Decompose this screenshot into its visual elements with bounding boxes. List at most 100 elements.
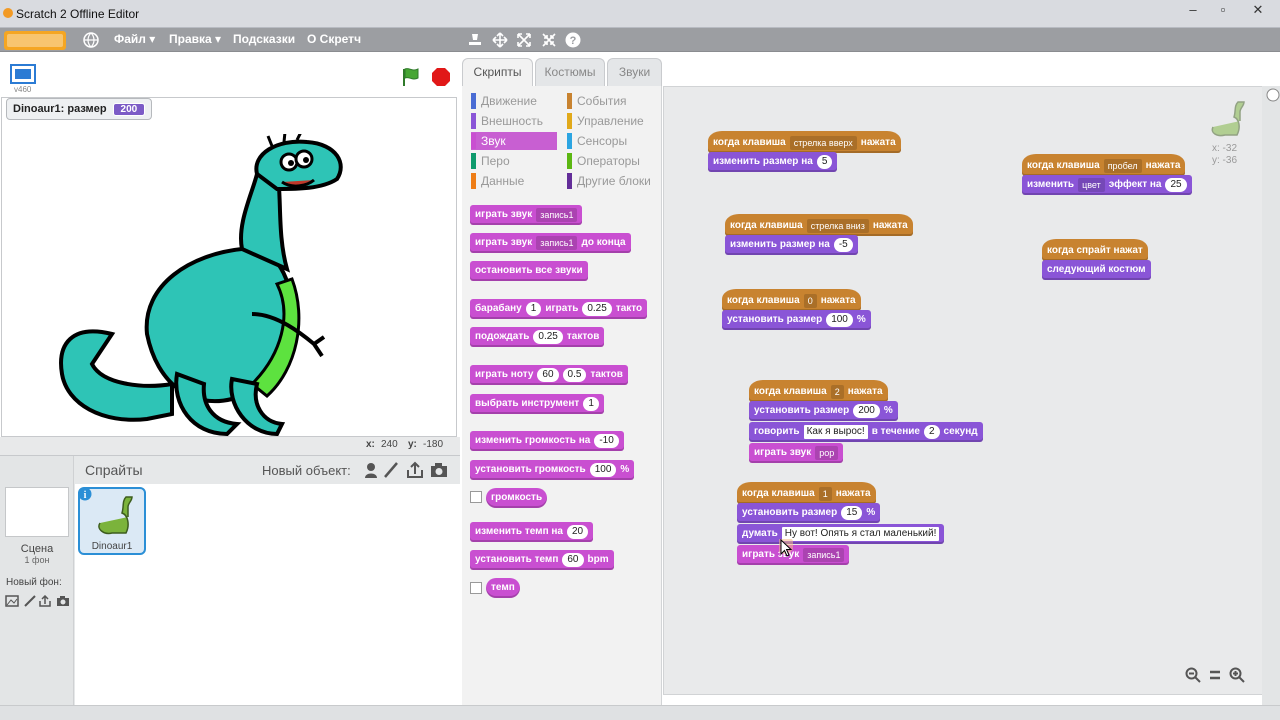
- key-dropdown[interactable]: 1: [818, 487, 832, 501]
- tab-sounds[interactable]: Звуки: [607, 58, 662, 88]
- category-operators[interactable]: Операторы: [567, 152, 659, 170]
- block-change-size[interactable]: изменить размер на 5: [708, 152, 838, 172]
- scratch-logo[interactable]: [4, 31, 66, 50]
- sprite-thumb-dinoaur1[interactable]: i Dinoaur1: [78, 487, 146, 555]
- sound-dropdown[interactable]: запись1: [803, 548, 845, 562]
- block-volume-reporter[interactable]: громкость: [486, 488, 548, 508]
- seconds-input[interactable]: 2: [923, 425, 940, 439]
- hat-when-key-0[interactable]: когда клавиша 0 нажата: [722, 289, 861, 311]
- key-dropdown[interactable]: пробел: [1103, 159, 1142, 173]
- tempo-input[interactable]: 20: [566, 525, 589, 539]
- block-set-size[interactable]: установить размер 100%: [722, 310, 871, 330]
- block-play-sound[interactable]: играть звук запись1: [470, 205, 583, 225]
- size-input[interactable]: 5: [816, 155, 833, 169]
- category-data[interactable]: Данные: [471, 172, 559, 190]
- block-rest[interactable]: подождать 0.25 тактов: [470, 327, 605, 347]
- zoom-reset-icon[interactable]: [1207, 667, 1223, 683]
- category-looks[interactable]: Внешность: [471, 112, 559, 130]
- shrink-icon[interactable]: [540, 31, 558, 49]
- block-change-tempo[interactable]: изменить темп на 20: [470, 522, 594, 542]
- tempo-input[interactable]: 60: [562, 553, 584, 567]
- beats-input[interactable]: 0.5: [562, 368, 587, 382]
- help-icon[interactable]: ?: [564, 31, 582, 49]
- block-change-effect[interactable]: изменить цвет эффект на 25: [1022, 175, 1192, 195]
- block-change-volume[interactable]: изменить громкость на -10: [470, 431, 624, 451]
- size-input[interactable]: 200: [853, 404, 880, 418]
- sprite-library-icon[interactable]: [362, 461, 380, 479]
- menu-about[interactable]: О Скретч: [307, 32, 361, 46]
- block-set-size[interactable]: установить размер 200%: [749, 401, 898, 421]
- presentation-mode-icon[interactable]: [10, 64, 36, 86]
- sound-dropdown[interactable]: запись1: [536, 208, 578, 222]
- beats-input[interactable]: 0.25: [582, 302, 612, 316]
- instrument-input[interactable]: 1: [583, 397, 599, 411]
- size-input[interactable]: -5: [833, 238, 853, 252]
- say-text-input[interactable]: Как я вырос!: [803, 425, 868, 439]
- block-think[interactable]: думать Ну вот! Опять я стал маленький!: [737, 524, 945, 544]
- hat-when-key-1[interactable]: когда клавиша 1 нажата: [737, 482, 876, 504]
- category-pen[interactable]: Перо: [471, 152, 559, 170]
- block-play-sound-pop[interactable]: играть звук pop: [749, 443, 844, 463]
- paint-sprite-icon[interactable]: [383, 461, 399, 479]
- fullscreen-icon[interactable]: [515, 31, 533, 49]
- scripts-area[interactable]: x: -32 y: -36 когда клавиша стрелка вверх…: [663, 86, 1270, 695]
- tempo-checkbox[interactable]: [470, 582, 482, 594]
- hat-when-key-up[interactable]: когда клавиша стрелка вверх нажата: [708, 131, 901, 153]
- category-more-blocks[interactable]: Другие блоки: [567, 172, 659, 190]
- category-control[interactable]: Управление: [567, 112, 659, 130]
- hat-when-sprite-clicked[interactable]: когда спрайт нажат: [1042, 239, 1148, 261]
- effect-dropdown[interactable]: цвет: [1078, 178, 1105, 192]
- stop-icon[interactable]: [431, 67, 451, 87]
- camera-sprite-icon[interactable]: [430, 462, 448, 478]
- block-play-sound-record1[interactable]: играть звук запись1: [737, 545, 850, 565]
- category-events[interactable]: События: [567, 92, 659, 110]
- volume-input[interactable]: 100: [589, 463, 617, 477]
- upload-sprite-icon[interactable]: [406, 461, 424, 479]
- category-sound[interactable]: Звук: [471, 132, 557, 150]
- block-play-sound-until-done[interactable]: играть звук запись1 до конца: [470, 233, 631, 253]
- think-text-input[interactable]: Ну вот! Опять я стал маленький!: [781, 527, 940, 541]
- sound-dropdown[interactable]: запись1: [536, 236, 578, 250]
- menu-tips[interactable]: Подсказки: [233, 32, 295, 46]
- menu-file[interactable]: Файл ▾: [114, 32, 155, 46]
- globe-icon[interactable]: [82, 31, 100, 49]
- volume-input[interactable]: -10: [594, 434, 619, 448]
- hat-when-key-space[interactable]: когда клавиша пробел нажата: [1022, 154, 1186, 176]
- camera-icon[interactable]: [56, 595, 70, 607]
- size-monitor[interactable]: Dinoaur1: размер 200: [6, 98, 153, 120]
- upload-icon[interactable]: [38, 595, 52, 607]
- hat-when-key-2[interactable]: когда клавиша 2 нажата: [749, 380, 888, 402]
- block-stop-all-sounds[interactable]: остановить все звуки: [470, 261, 588, 281]
- block-change-size[interactable]: изменить размер на -5: [725, 235, 858, 255]
- block-play-drum[interactable]: барабану 1 играть 0.25 такто: [470, 299, 648, 319]
- key-dropdown[interactable]: 2: [830, 385, 844, 399]
- note-input[interactable]: 60: [537, 368, 559, 382]
- sound-dropdown[interactable]: pop: [815, 446, 839, 460]
- key-dropdown[interactable]: стрелка вниз: [806, 219, 869, 233]
- block-play-note[interactable]: играть ноту 60 0.5 тактов: [470, 365, 628, 385]
- beats-input[interactable]: 0.25: [533, 330, 563, 344]
- category-sensing[interactable]: Сенсоры: [567, 132, 659, 150]
- drum-input[interactable]: 1: [525, 302, 542, 316]
- dinosaur-sprite[interactable]: [52, 134, 352, 437]
- block-set-instrument[interactable]: выбрать инструмент 1: [470, 394, 604, 414]
- maximize-button[interactable]: ▫: [1210, 0, 1236, 20]
- block-say-for-secs[interactable]: говорить Как я вырос! в течение 2 секунд: [749, 422, 983, 442]
- block-set-volume[interactable]: установить громкость 100%: [470, 460, 635, 480]
- stage-thumbnail[interactable]: [5, 487, 69, 537]
- block-set-size[interactable]: установить размер 15%: [737, 503, 881, 523]
- block-next-costume[interactable]: следующий костюм: [1042, 260, 1151, 280]
- key-dropdown[interactable]: стрелка вверх: [789, 136, 857, 150]
- block-tempo-reporter[interactable]: темп: [486, 578, 520, 598]
- size-input[interactable]: 100: [826, 313, 853, 327]
- key-dropdown[interactable]: 0: [803, 294, 817, 308]
- info-icon[interactable]: i: [78, 487, 92, 501]
- green-flag-icon[interactable]: [400, 66, 422, 88]
- effect-input[interactable]: 25: [1165, 178, 1187, 192]
- paint-backdrop-icon[interactable]: [5, 595, 19, 607]
- tab-scripts[interactable]: Скрипты: [462, 58, 533, 88]
- close-button[interactable]: ✕: [1240, 0, 1276, 20]
- category-motion[interactable]: Движение: [471, 92, 559, 110]
- help-circle-icon[interactable]: [1266, 88, 1280, 102]
- hat-when-key-down[interactable]: когда клавиша стрелка вниз нажата: [725, 214, 913, 236]
